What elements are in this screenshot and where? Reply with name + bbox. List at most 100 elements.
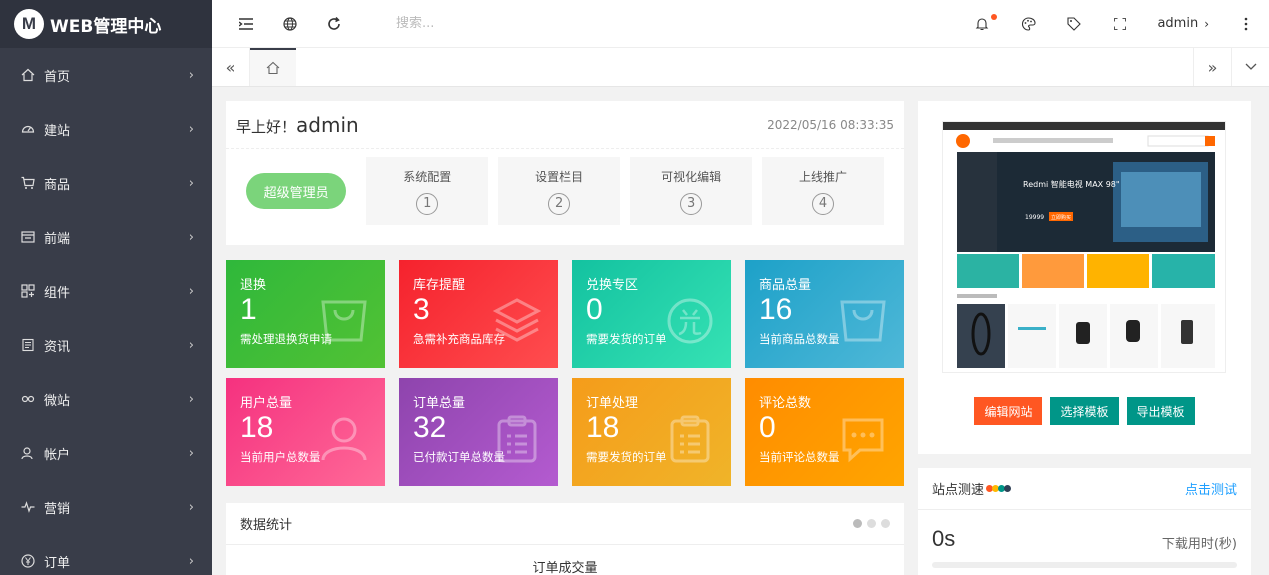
more-vertical-icon[interactable] — [1223, 0, 1269, 48]
sidebar-item-home[interactable]: 首页 › — [0, 48, 212, 102]
carousel-dots — [853, 519, 890, 528]
card-title: 订单总量 — [413, 396, 466, 411]
edit-site-button[interactable]: 编辑网站 — [974, 397, 1043, 425]
tag-icon[interactable] — [1051, 0, 1097, 48]
user-menu[interactable]: admin › — [1143, 16, 1223, 31]
preview-cta: 立即购买 — [1051, 214, 1071, 221]
step-label: 系统配置 — [403, 169, 452, 184]
card-comment-total[interactable]: 评论总数 0 当前评论总数量 — [745, 378, 904, 486]
layers-icon — [492, 298, 542, 342]
step-number: 4 — [812, 192, 835, 215]
carousel-dot[interactable] — [853, 519, 862, 528]
link-icon — [20, 391, 36, 407]
home-icon — [20, 67, 36, 83]
speed-title-wrap: 站点测速 — [932, 479, 1012, 498]
window-icon — [20, 229, 36, 245]
sidebar-item-news[interactable]: 资讯 › — [0, 318, 212, 372]
sidebar-item-label: 商品 — [44, 177, 71, 193]
pulse-icon — [20, 499, 36, 515]
carousel-dot[interactable] — [867, 519, 876, 528]
refresh-icon[interactable] — [312, 0, 356, 48]
search-input[interactable] — [396, 16, 696, 31]
chevron-right-icon: › — [188, 499, 194, 515]
template-actions: 编辑网站 选择模板 导出模板 — [918, 397, 1251, 425]
step-label: 设置栏目 — [535, 169, 584, 184]
sidebar-item-label: 建站 — [44, 123, 71, 139]
stat-cards: 退换 1 需处理退换货申请 库存提醒 3 急需补充商品库存 兑换专区 0 需要发… — [226, 260, 904, 486]
yen-icon — [20, 553, 36, 569]
greeting-name: admin — [296, 112, 359, 137]
choose-template-button[interactable]: 选择模板 — [1050, 397, 1119, 425]
welcome-header: 早上好！admin 2022/05/16 08:33:35 — [226, 101, 904, 149]
tab-scroll-right-icon[interactable]: » — [1193, 48, 1231, 86]
chevron-right-icon: › — [188, 337, 194, 353]
logo[interactable]: M WEB管理中心 — [0, 0, 212, 48]
menu-toggle-icon[interactable] — [224, 0, 268, 48]
sidebar-item-label: 组件 — [44, 285, 71, 301]
clipboard-icon — [497, 415, 537, 463]
sidebar-item-label: 资讯 — [44, 339, 71, 355]
header-actions: admin › — [959, 0, 1269, 48]
sidebar-item-microsite[interactable]: 微站 › — [0, 372, 212, 426]
chevron-right-icon: › — [188, 283, 194, 299]
setup-steps: 超级管理员 系统配置 1 设置栏目 2 可视化编辑 3 上线推广 4 — [226, 149, 904, 225]
chevron-right-icon: › — [188, 175, 194, 191]
step-visual-edit[interactable]: 可视化编辑 3 — [630, 157, 753, 225]
cart-icon — [20, 175, 36, 191]
card-user-total[interactable]: 用户总量 18 当前用户总数量 — [226, 378, 385, 486]
home-icon — [266, 61, 280, 75]
current-datetime: 2022/05/16 08:33:35 — [767, 117, 894, 132]
sidebar-item-label: 订单 — [44, 555, 71, 571]
tab-dropdown-icon[interactable] — [1231, 48, 1269, 86]
sidebar-item-marketing[interactable]: 营销 › — [0, 480, 212, 534]
speed-header: 站点测速 点击测试 — [918, 468, 1251, 510]
run-speed-test-link[interactable]: 点击测试 — [1185, 479, 1237, 498]
chart-title: 订单成交量 — [532, 561, 598, 575]
step-number: 3 — [680, 192, 703, 215]
step-set-columns[interactable]: 设置栏目 2 — [498, 157, 621, 225]
status-dots — [986, 485, 1012, 492]
card-title: 库存提醒 — [413, 278, 466, 293]
speed-result: 0s 下载用时(秒) — [918, 510, 1251, 552]
sidebar-item-components[interactable]: 组件 › — [0, 264, 212, 318]
speed-progress-bar — [932, 562, 1237, 568]
sidebar: M WEB管理中心 首页 › 建站 › 商品 › 前端 › 组件 › 资讯 › … — [0, 0, 212, 575]
news-icon — [20, 337, 36, 353]
greeting: 早上好！admin — [236, 113, 359, 137]
tab-home[interactable] — [250, 48, 296, 86]
bag-icon — [840, 300, 886, 342]
card-returns[interactable]: 退换 1 需处理退换货申请 — [226, 260, 385, 368]
carousel-dot[interactable] — [881, 519, 890, 528]
step-label: 上线推广 — [799, 169, 848, 184]
chevron-right-icon: › — [188, 445, 194, 461]
fullscreen-icon[interactable] — [1097, 0, 1143, 48]
step-go-live[interactable]: 上线推广 4 — [762, 157, 884, 225]
stats-header: 数据统计 — [226, 503, 904, 545]
notification-dot — [991, 13, 998, 20]
greeting-text: 早上好！ — [236, 117, 297, 136]
globe-icon[interactable] — [268, 0, 312, 48]
sidebar-item-account[interactable]: 帐户 › — [0, 426, 212, 480]
sidebar-item-frontend[interactable]: 前端 › — [0, 210, 212, 264]
step-system-config[interactable]: 系统配置 1 — [366, 157, 489, 225]
card-order-total[interactable]: 订单总量 32 已付款订单总数量 — [399, 378, 558, 486]
role-badge-button[interactable]: 超级管理员 — [246, 173, 347, 209]
app-title: WEB管理中心 — [50, 16, 162, 37]
dashboard-icon — [20, 121, 36, 137]
card-stock-alert[interactable]: 库存提醒 3 急需补充商品库存 — [399, 260, 558, 368]
step-number: 2 — [548, 192, 571, 215]
card-title: 退换 — [240, 278, 267, 293]
theme-palette-icon[interactable] — [1005, 0, 1051, 48]
top-header: admin › — [212, 0, 1269, 48]
speed-value: 0s — [932, 526, 956, 551]
card-order-processing[interactable]: 订单处理 18 需要发货的订单 — [572, 378, 731, 486]
export-template-button[interactable]: 导出模板 — [1126, 397, 1195, 425]
card-product-total[interactable]: 商品总量 16 当前商品总数量 — [745, 260, 904, 368]
sidebar-item-orders[interactable]: 订单 › — [0, 534, 212, 575]
bell-icon[interactable] — [959, 0, 1005, 48]
sidebar-item-build[interactable]: 建站 › — [0, 102, 212, 156]
card-exchange[interactable]: 兑换专区 0 需要发货的订单 — [572, 260, 731, 368]
sidebar-item-goods[interactable]: 商品 › — [0, 156, 212, 210]
card-title: 用户总量 — [240, 396, 293, 411]
tab-scroll-left-icon[interactable]: « — [212, 48, 250, 86]
